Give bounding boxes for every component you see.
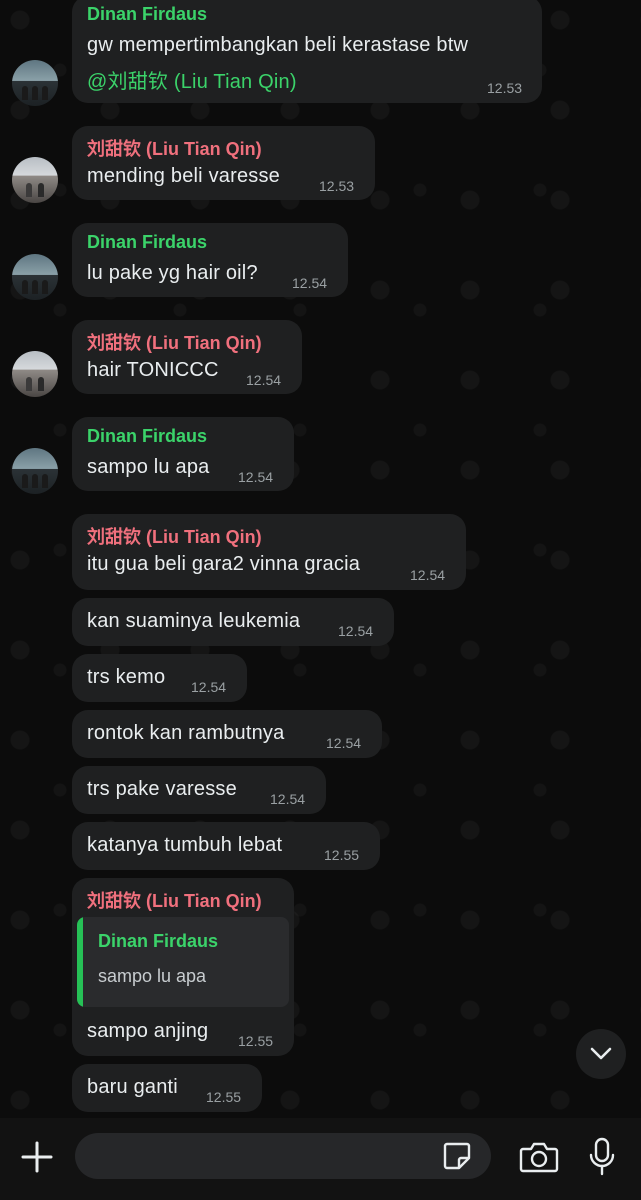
- plus-icon: [21, 1141, 53, 1173]
- sender-name[interactable]: Dinan Firdaus: [87, 426, 207, 447]
- mention-line[interactable]: @刘甜钦 (Liu Tian Qin): [87, 65, 297, 94]
- message-time: 12.53: [487, 80, 523, 96]
- message-time: 12.54: [238, 469, 274, 485]
- camera-icon: [519, 1142, 559, 1173]
- sender-name[interactable]: Dinan Firdaus: [87, 232, 207, 253]
- message-time: 12.54: [270, 791, 306, 807]
- camera-button[interactable]: [516, 1136, 562, 1178]
- avatar[interactable]: [12, 351, 58, 397]
- message-bubble[interactable]: Dinan Firdaus sampo lu apa 12.54: [72, 417, 294, 491]
- mention-link[interactable]: 刘甜钦 (Liu Tian Qin): [108, 71, 297, 93]
- message-text: lu pake yg hair oil?: [87, 262, 258, 284]
- message-bubble[interactable]: rontok kan rambutnya 12.54: [72, 710, 382, 758]
- scroll-to-bottom-button[interactable]: [576, 1029, 626, 1079]
- sender-name[interactable]: Dinan Firdaus: [87, 4, 207, 25]
- message-time: 12.55: [324, 847, 360, 863]
- avatar[interactable]: [12, 157, 58, 203]
- message-text: rontok kan rambutnya: [87, 722, 285, 744]
- message-time: 12.54: [410, 567, 446, 583]
- message-time: 12.54: [326, 735, 362, 751]
- sender-name[interactable]: 刘甜钦 (Liu Tian Qin): [87, 329, 262, 355]
- message-bubble[interactable]: baru ganti 12.55: [72, 1064, 262, 1112]
- message-text: sampo lu apa: [87, 456, 210, 478]
- message-bubble[interactable]: 刘甜钦 (Liu Tian Qin) hair TONICCC 12.54: [72, 320, 302, 394]
- avatar[interactable]: [12, 448, 58, 494]
- message-bubble[interactable]: Dinan Firdaus gw mempertimbangkan beli k…: [72, 0, 542, 103]
- message-text: mending beli varesse: [87, 165, 280, 187]
- message-text: hair TONICCC: [87, 359, 219, 381]
- message-text: sampo anjing: [87, 1020, 209, 1042]
- message-time: 12.53: [319, 178, 355, 194]
- sticker-icon: [443, 1142, 471, 1170]
- composer-bar: [0, 1118, 641, 1200]
- message-text: gw mempertimbangkan beli kerastase btw: [87, 34, 469, 56]
- message-text: baru ganti: [87, 1076, 178, 1098]
- microphone-icon: [589, 1137, 615, 1176]
- message-bubble[interactable]: katanya tumbuh lebat 12.55: [72, 822, 380, 870]
- message-text: trs kemo: [87, 666, 166, 688]
- message-bubble[interactable]: 刘甜钦 (Liu Tian Qin) mending beli varesse …: [72, 126, 375, 200]
- message-bubble[interactable]: 刘甜钦 (Liu Tian Qin) Dinan Firdaus sampo l…: [72, 878, 294, 1056]
- sender-name[interactable]: 刘甜钦 (Liu Tian Qin): [87, 135, 262, 161]
- quoted-sender: Dinan Firdaus: [98, 931, 219, 951]
- message-bubble[interactable]: Dinan Firdaus lu pake yg hair oil? 12.54: [72, 223, 348, 297]
- chevron-down-icon: [590, 1047, 612, 1060]
- message-time: 12.54: [246, 372, 282, 388]
- avatar[interactable]: [12, 60, 58, 106]
- sender-name[interactable]: 刘甜钦 (Liu Tian Qin): [87, 523, 262, 549]
- message-text: itu gua beli gara2 vinna gracia: [87, 553, 361, 575]
- message-time: 12.54: [338, 623, 374, 639]
- quote-accent-bar: [77, 917, 83, 1007]
- message-bubble[interactable]: trs pake varesse 12.54: [72, 766, 326, 814]
- message-text: trs pake varesse: [87, 778, 237, 800]
- message-input[interactable]: [75, 1133, 491, 1179]
- sticker-button[interactable]: [439, 1139, 475, 1173]
- mention-at: @: [87, 71, 108, 93]
- message-bubble[interactable]: 刘甜钦 (Liu Tian Qin) itu gua beli gara2 vi…: [72, 514, 466, 590]
- message-time: 12.55: [206, 1089, 242, 1105]
- attach-button[interactable]: [16, 1136, 58, 1178]
- message-time: 12.54: [292, 275, 328, 291]
- message-bubble[interactable]: trs kemo 12.54: [72, 654, 247, 702]
- chat-background: Dinan Firdaus gw mempertimbangkan beli k…: [0, 0, 641, 1118]
- message-time: 12.54: [191, 679, 227, 695]
- sender-name[interactable]: 刘甜钦 (Liu Tian Qin): [87, 887, 262, 913]
- message-time: 12.55: [238, 1033, 274, 1049]
- avatar[interactable]: [12, 254, 58, 300]
- voice-message-button[interactable]: [584, 1134, 620, 1180]
- quoted-reply[interactable]: Dinan Firdaus sampo lu apa: [77, 917, 289, 1007]
- quoted-text: sampo lu apa: [98, 966, 207, 986]
- message-text: katanya tumbuh lebat: [87, 834, 283, 856]
- message-bubble[interactable]: kan suaminya leukemia 12.54: [72, 598, 394, 646]
- message-text: kan suaminya leukemia: [87, 610, 301, 632]
